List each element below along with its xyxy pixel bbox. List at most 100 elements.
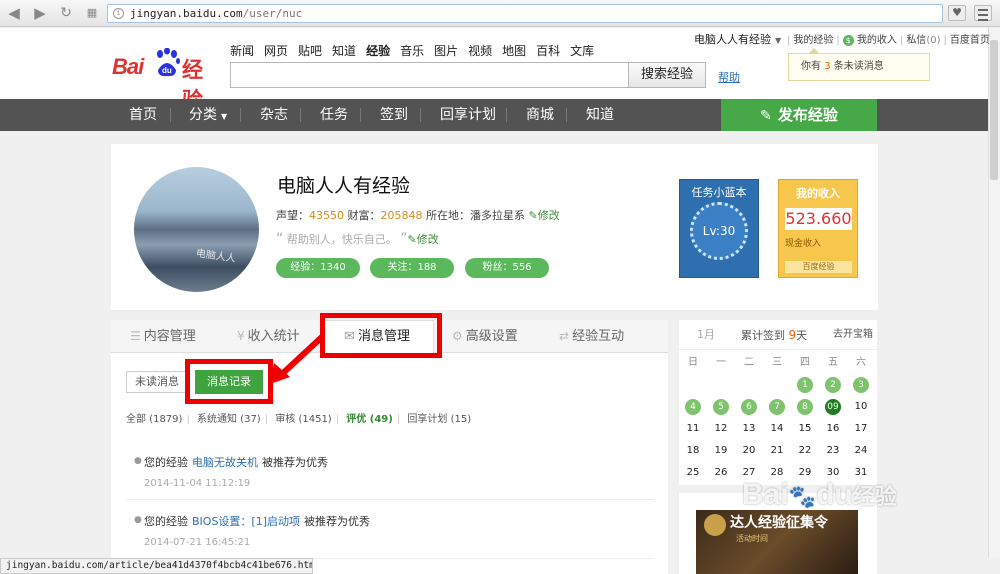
back-icon[interactable]: ◀	[6, 5, 22, 21]
nav-wenku[interactable]: 文库	[570, 44, 594, 58]
calendar-day[interactable]: 22	[794, 443, 816, 459]
calendar-day[interactable]: 16	[822, 421, 844, 437]
message-time: 2014-11-04 11:12:19	[144, 478, 251, 489]
calendar-day[interactable]: 5	[713, 399, 729, 415]
tab-advanced-settings[interactable]: ⚙ 高级设置	[452, 320, 518, 353]
browser-menu-icon[interactable]	[974, 5, 992, 21]
calendar-day[interactable]: 3	[853, 377, 869, 393]
mainnav-category[interactable]: 分类 ▼	[189, 99, 227, 131]
address-bar[interactable]: i jingyan.baidu.com/user/nuc	[107, 4, 943, 23]
nav-baike[interactable]: 百科	[536, 44, 560, 58]
calendar-day[interactable]: 8	[797, 399, 813, 415]
calendar-day[interactable]: 15	[794, 421, 816, 437]
nav-music[interactable]: 音乐	[400, 44, 424, 58]
user-menu[interactable]: 电脑人人有经验 ▼	[694, 31, 781, 47]
calendar-day[interactable]: 14	[766, 421, 788, 437]
nav-map[interactable]: 地图	[502, 44, 526, 58]
calendar-day[interactable]: 12	[710, 421, 732, 437]
income-title: 我的收入	[796, 187, 840, 200]
task-book-title: 任务小蓝本	[691, 186, 747, 199]
browser-toolbar: ◀ ▶ ↻ ▦ i jingyan.baidu.com/user/nuc ♥	[0, 0, 1000, 27]
fans-count-pill[interactable]: 粉丝：556	[465, 258, 549, 278]
avatar[interactable]: 电脑人人	[134, 167, 259, 292]
search-input[interactable]	[230, 62, 629, 88]
filter-excellent[interactable]: 评优 (49)	[346, 414, 393, 425]
edit-motto-link[interactable]: ✎修改	[408, 233, 439, 246]
baidu-jingyan-logo[interactable]: Bai du 经验	[112, 48, 220, 112]
calendar-day[interactable]: 18	[682, 443, 704, 459]
calendar-day[interactable]: 29	[794, 465, 816, 481]
calendar-day[interactable]: 2	[825, 377, 841, 393]
mainnav-magazine[interactable]: 杂志	[260, 99, 288, 131]
calendar-day[interactable]: 24	[850, 443, 872, 459]
calendar-day[interactable]: 21	[766, 443, 788, 459]
avatar-caption: 电脑人人	[195, 248, 237, 265]
tab-content-manage[interactable]: ☰ 内容管理	[130, 320, 196, 353]
mainnav-zhidao[interactable]: 知道	[586, 99, 614, 131]
filter-review[interactable]: 审核 (1451)	[275, 414, 331, 425]
publish-button[interactable]: ✎ 发布经验	[721, 99, 877, 131]
apps-grid-icon[interactable]: ▦	[84, 5, 100, 21]
edit-location-link[interactable]: ✎修改	[529, 209, 560, 222]
task-book-badge[interactable]: 任务小蓝本 Lv:30	[679, 179, 759, 278]
calendar-day[interactable]: 11	[682, 421, 704, 437]
calendar-day[interactable]: 25	[682, 465, 704, 481]
calendar-day[interactable]: 31	[850, 465, 872, 481]
income-badge[interactable]: 我的收入 523.660 现金收入 百度经验	[778, 179, 858, 278]
calendar-day[interactable]: 4	[685, 399, 701, 415]
search-button[interactable]: 搜索经验	[628, 62, 706, 88]
calendar-day[interactable]: 1	[797, 377, 813, 393]
nav-news[interactable]: 新闻	[230, 44, 254, 58]
nav-tieba[interactable]: 贴吧	[298, 44, 322, 58]
calendar-day[interactable]: 10	[850, 399, 872, 415]
follow-count-pill[interactable]: 关注：188	[370, 258, 454, 278]
calendar-day[interactable]: 7	[769, 399, 785, 415]
chevron-down-icon: ▼	[221, 112, 228, 121]
calendar-day[interactable]: 09	[825, 399, 841, 415]
calendar-day[interactable]: 19	[710, 443, 732, 459]
calendar-day[interactable]: 30	[822, 465, 844, 481]
nav-zhidao[interactable]: 知道	[332, 44, 356, 58]
calendar-day[interactable]: 27	[738, 465, 760, 481]
profile-stats: 声望：43550 财富：205848 所在地：潘多拉星系 ✎修改	[276, 207, 560, 223]
reload-icon[interactable]: ↻	[58, 5, 74, 21]
forward-icon[interactable]: ▶	[32, 5, 48, 21]
calendar-day[interactable]: 13	[738, 421, 760, 437]
calendar-day[interactable]: 17	[850, 421, 872, 437]
nav-web[interactable]: 网页	[264, 44, 288, 58]
baidu-home-link[interactable]: 百度首页	[950, 35, 990, 46]
article-link[interactable]: BIOS设置：[1]启动项	[192, 515, 300, 528]
calendar-day[interactable]: 6	[741, 399, 757, 415]
messages-link[interactable]: 私信	[906, 35, 926, 46]
bookmark-heart-icon[interactable]: ♥	[948, 5, 966, 21]
mainnav-signin[interactable]: 签到	[380, 99, 408, 131]
income-value: 523.660	[785, 208, 852, 230]
filter-all[interactable]: 全部 (1879)	[126, 414, 182, 425]
mainnav-tasks[interactable]: 任务	[320, 99, 348, 131]
mainnav-mall[interactable]: 商城	[526, 99, 554, 131]
page-info-icon[interactable]: i	[113, 8, 124, 19]
exp-count-pill[interactable]: 经验：1340	[276, 258, 360, 278]
scrollbar-thumb[interactable]	[990, 40, 998, 180]
unread-tip[interactable]: 你有 3 条未读消息	[788, 48, 930, 81]
my-exp-link[interactable]: 我的经验	[793, 35, 833, 46]
calendar-day[interactable]: 28	[766, 465, 788, 481]
my-income-link[interactable]: 我的收入	[857, 35, 897, 46]
mainnav-share-plan[interactable]: 回享计划	[440, 99, 496, 131]
unread-messages-button[interactable]: 未读消息	[126, 371, 188, 393]
open-chest-link[interactable]: 去开宝箱	[833, 320, 873, 350]
filter-system[interactable]: 系统通知 (37)	[197, 414, 261, 425]
calendar-day[interactable]: 26	[710, 465, 732, 481]
calendar-header: 1月 累计签到 9天 去开宝箱	[679, 320, 877, 350]
nav-video[interactable]: 视频	[468, 44, 492, 58]
help-link[interactable]: 帮助	[718, 69, 740, 85]
income-footer-text: 百度经验	[802, 262, 835, 271]
nav-jingyan[interactable]: 经验	[366, 44, 390, 58]
nav-image[interactable]: 图片	[434, 44, 458, 58]
mainnav-home[interactable]: 首页	[129, 99, 157, 131]
tab-exp-interaction[interactable]: ⇄ 经验互动	[559, 320, 624, 353]
article-link[interactable]: 电脑无故关机	[192, 456, 258, 469]
calendar-day[interactable]: 20	[738, 443, 760, 459]
filter-share-plan[interactable]: 回享计划 (15)	[407, 414, 471, 425]
calendar-day[interactable]: 23	[822, 443, 844, 459]
